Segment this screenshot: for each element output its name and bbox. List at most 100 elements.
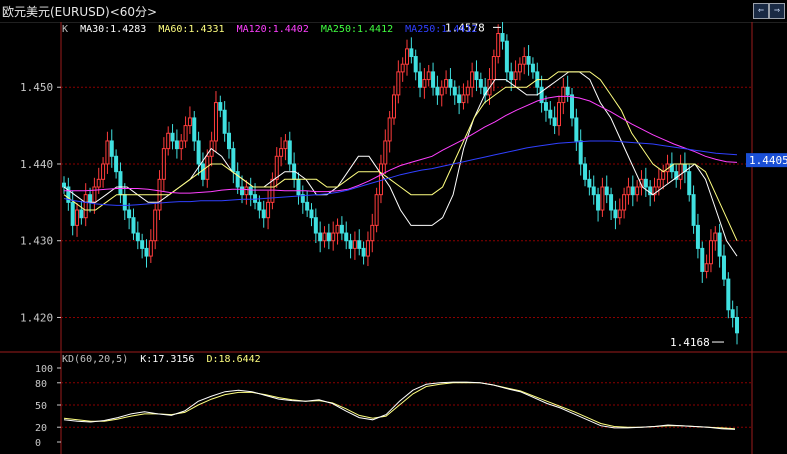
candle-body — [717, 232, 722, 257]
candle-body — [422, 79, 427, 88]
candle-body — [695, 224, 700, 249]
current-price-label: 1.4405 — [749, 154, 787, 167]
candle-body — [192, 117, 197, 142]
candle-body — [153, 209, 158, 242]
candle-body — [226, 132, 231, 150]
candle-body — [179, 140, 184, 150]
candle-body — [344, 232, 349, 242]
candle-body — [609, 194, 614, 211]
candle-body — [318, 232, 323, 242]
candle-body — [305, 201, 310, 211]
candle-body — [127, 209, 132, 219]
candle-body — [140, 240, 145, 249]
candle-body — [96, 178, 101, 188]
candle-body — [435, 86, 440, 96]
candle-body — [405, 48, 410, 65]
candle-body — [635, 186, 640, 196]
candle-body — [426, 71, 431, 81]
candle-body — [105, 140, 110, 165]
candle-body — [283, 140, 288, 150]
candle-body — [361, 247, 366, 257]
candle-body — [617, 209, 622, 219]
candle-body — [335, 224, 340, 234]
candle-body — [244, 186, 249, 196]
kd-k-line — [63, 381, 736, 430]
ma120-label: MA120:1.4402 — [236, 24, 309, 35]
candle-body — [678, 163, 683, 180]
candle-body — [600, 186, 605, 211]
kd-tick-label: 0 — [35, 438, 41, 449]
candle-body — [574, 117, 579, 142]
candle-body — [253, 194, 258, 203]
candle-body — [530, 63, 535, 73]
kd-d-line — [63, 382, 736, 430]
candle-body — [548, 109, 553, 119]
kd-tick-label: 80 — [35, 379, 47, 390]
candle-body — [735, 316, 739, 334]
candle-body — [687, 171, 692, 196]
candle-body — [457, 94, 462, 104]
candle-body — [383, 140, 388, 165]
candle-body — [326, 232, 331, 242]
candle-body — [357, 240, 362, 249]
candle-body — [109, 140, 114, 157]
candle-body — [578, 140, 583, 165]
candle-body — [721, 255, 726, 280]
candle-body — [261, 209, 266, 219]
candle-body — [448, 79, 453, 88]
price-chart[interactable]: 1.4501.4401.4301.4201.45781.41681.440510… — [0, 0, 787, 454]
kd-tick-label: 50 — [35, 401, 47, 412]
ma60-label: MA60:1.4331 — [158, 24, 225, 35]
candle-body — [543, 102, 548, 111]
candle-body — [240, 186, 245, 196]
kd-tick-label: 20 — [35, 423, 47, 434]
candle-body — [596, 194, 601, 211]
candle-body — [509, 71, 514, 81]
candle-body — [266, 201, 271, 219]
candle-body — [218, 102, 223, 111]
candle-body — [322, 232, 327, 242]
ma250-label: MA250:1.4412 — [320, 24, 394, 35]
low-annotation-label: 1.4168 — [670, 336, 710, 349]
candle-body — [583, 163, 588, 180]
legend-prefix: K — [62, 24, 69, 35]
kd-tick-label: 100 — [35, 364, 53, 375]
candle-body — [257, 201, 262, 211]
candle-body — [504, 40, 509, 73]
y-tick-label: 1.420 — [20, 311, 53, 324]
candle-body — [491, 56, 496, 81]
candle-body — [213, 102, 218, 142]
y-tick-label: 1.450 — [20, 81, 53, 94]
candle-body — [526, 56, 531, 65]
candle-body — [604, 186, 609, 196]
candle-body — [413, 56, 418, 73]
candle-body — [391, 94, 396, 119]
candle-body — [622, 194, 627, 211]
candle-body — [661, 171, 666, 180]
candle-body — [339, 224, 344, 234]
candle-body — [70, 201, 75, 226]
candle-body — [174, 140, 179, 150]
candle-body — [187, 117, 192, 127]
candle-body — [513, 71, 518, 81]
candle-body — [496, 33, 501, 58]
candle-body — [235, 171, 240, 188]
candle-body — [431, 71, 436, 88]
candle-body — [248, 186, 253, 196]
candle-body — [231, 148, 236, 173]
candle-body — [643, 178, 648, 188]
candle-body — [331, 232, 336, 242]
candle-body — [144, 247, 149, 257]
candle-body — [313, 217, 318, 234]
candle-body — [452, 86, 457, 96]
candle-body — [439, 86, 444, 96]
d-value: D:18.6442 — [206, 354, 261, 365]
candle-body — [348, 240, 353, 249]
candle-body — [396, 71, 401, 96]
y-tick-label: 1.430 — [20, 235, 53, 248]
candle-body — [587, 178, 592, 188]
candle-body — [170, 132, 175, 142]
candle-body — [365, 240, 370, 257]
candle-body — [626, 186, 631, 196]
candle-body — [166, 132, 171, 150]
